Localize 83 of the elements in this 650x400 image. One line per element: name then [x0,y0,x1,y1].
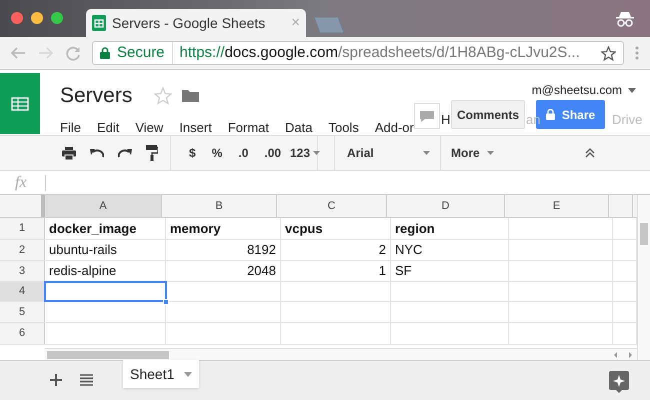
row-header[interactable]: 2 [0,240,45,260]
function-label: fx [14,172,28,192]
spreadsheet-icon [11,96,29,110]
menu-item[interactable]: Format [228,118,269,137]
row-header[interactable]: 4 [0,282,45,301]
vertical-scrollbar[interactable] [637,195,650,360]
dropdown-caret-icon[interactable] [184,372,192,376]
browser-tab[interactable]: Servers - Google Sheets × [86,9,306,37]
sheet-list-icon[interactable] [80,374,93,386]
reload-icon[interactable] [66,46,81,60]
row-header[interactable]: 5 [0,302,45,322]
sheets-logo-icon [92,15,106,31]
star-icon[interactable] [154,86,172,105]
comments-button[interactable]: Comments [451,100,525,129]
dropdown-caret-icon[interactable] [313,151,320,155]
url-text: https://docs.google.com/spreadsheets/d/1H8ABg-cLJvu2S... [178,42,581,63]
menu-item[interactable]: Insert [179,118,212,137]
redo-icon[interactable] [118,148,132,158]
decrease-decimals-button[interactable]: .0 [238,144,248,162]
menu-item[interactable]: Add-or [374,118,414,137]
explore-icon[interactable] [609,371,629,393]
table-cell: 8192 [166,240,281,260]
currency-format-button[interactable]: $ [189,144,196,162]
paint-roller-icon[interactable] [146,145,158,161]
column-header[interactable]: D [387,195,505,217]
incognito-icon [615,11,635,27]
increase-decimals-button[interactable]: .00 [264,144,282,162]
fill-handle[interactable] [163,299,169,305]
horizontal-scrollbar[interactable] [45,348,637,360]
scrollbar-thumb[interactable] [640,223,648,245]
collapse-icon[interactable] [585,148,595,158]
menu-item[interactable]: File [60,118,81,137]
column-header[interactable]: A [45,195,162,217]
back-arrow-icon[interactable] [10,46,26,60]
lock-icon [546,109,555,120]
address-field[interactable]: Secure https://docs.google.com/spreadsheets/d/1H8ABg-cLJvu2S... [92,41,624,65]
table-cell: memory [166,218,281,239]
percent-format-button[interactable]: % [212,144,222,162]
close-window-icon[interactable] [11,12,23,24]
browser-menu-icon[interactable] [635,46,639,60]
column-header[interactable]: E [505,195,609,217]
menu-item[interactable]: Data [285,118,312,137]
table-cell: docker_image [45,218,166,239]
menu-item[interactable]: H [441,110,450,130]
scrollbar-thumb[interactable] [47,350,169,358]
menu-item[interactable]: Tools [328,118,359,137]
table-cell: NYC [391,240,509,260]
comment-icon[interactable] [414,103,440,129]
more-button[interactable]: More [451,144,480,162]
dropdown-caret-icon[interactable] [628,88,636,92]
font-name[interactable]: Arial [347,144,374,162]
lock-icon [100,47,110,59]
menu-item[interactable]: Edit [96,118,120,137]
table-cell: redis-alpine [45,261,166,281]
column-header[interactable]: B [162,195,277,217]
account-email[interactable]: m@sheetsu.com [532,81,622,99]
row-header[interactable]: 1 [0,218,45,239]
dropdown-caret-icon[interactable] [486,151,494,155]
minimize-window-icon[interactable] [31,12,43,24]
folder-icon[interactable] [182,89,200,102]
table-cell: 1 [281,261,391,281]
dropdown-caret-icon[interactable] [423,151,430,155]
maximize-window-icon[interactable] [51,12,63,24]
table-cell: 2048 [166,261,281,281]
table-cell: vcpus [281,218,391,239]
number-format-button[interactable]: 123 [290,144,310,162]
row-header[interactable]: 3 [0,261,45,281]
print-icon[interactable] [62,146,76,160]
bookmark-star-icon[interactable] [601,46,616,60]
document-title[interactable]: Servers [60,80,132,112]
row-header[interactable]: 6 [0,323,45,344]
table-cell: ubuntu-rails [45,240,166,260]
table-cell: 2 [281,240,391,260]
menu-item[interactable]: View [135,118,164,137]
table-cell: SF [391,261,509,281]
sheets-logo[interactable] [0,73,40,134]
add-sheet-icon[interactable] [50,374,62,386]
tab-title: Servers - Google Sheets [112,14,266,33]
sheet-tab[interactable]: Sheet1 [123,360,200,388]
undo-icon[interactable] [90,148,104,158]
table-cell: region [391,218,509,239]
column-header[interactable]: C [277,195,387,217]
secure-label: Secure [117,42,173,64]
